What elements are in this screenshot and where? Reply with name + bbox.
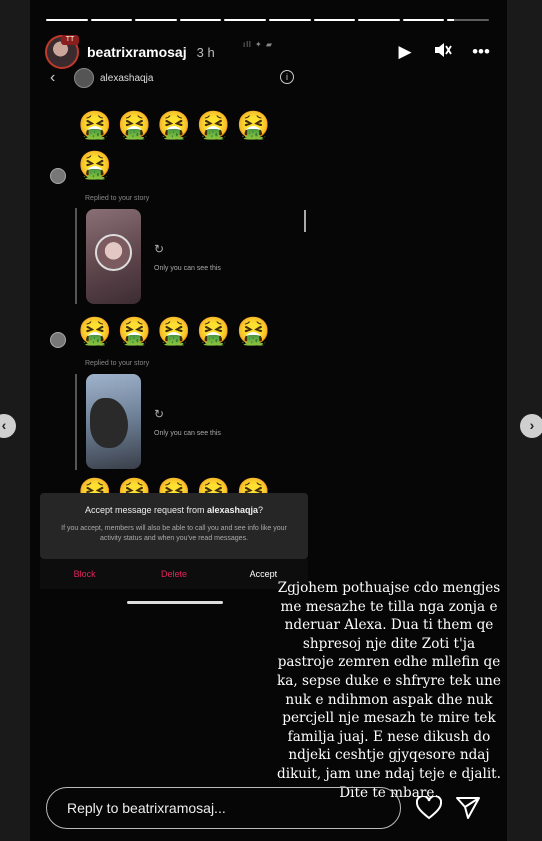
avatar[interactable]: TT — [45, 35, 79, 69]
status-bar: ıll ✦ ▰ — [243, 40, 274, 49]
sender-avatar — [50, 168, 66, 184]
home-indicator — [127, 601, 223, 604]
send-icon[interactable] — [455, 796, 481, 820]
progress-segment — [179, 19, 222, 21]
replay-icon: ↻ — [154, 407, 165, 421]
progress-segment — [447, 19, 489, 21]
reply-field[interactable] — [46, 787, 401, 829]
dm-avatar — [74, 68, 94, 88]
scroll-indicator — [304, 210, 306, 232]
dm-username: alexashaqja — [100, 72, 154, 84]
progress-segment — [135, 19, 177, 21]
avatar-badge: TT — [61, 35, 79, 45]
emoji-row: 🤮 🤮 🤮 🤮 🤮 — [78, 316, 270, 346]
story-viewer: ‹ › TT beatrixramosaj 3 h ▶ ••• ıll ✦ ▰ … — [0, 0, 542, 841]
vomit-emoji: 🤮 — [78, 150, 112, 180]
progress-segment — [224, 19, 266, 21]
vomit-emoji: 🤮 — [196, 316, 231, 346]
heart-icon[interactable] — [416, 796, 442, 820]
replied-label: Replied to your story — [85, 195, 150, 202]
vomit-emoji: 🤮 — [236, 110, 271, 140]
story-caption: Zgjohem pothuajse cdo mengjes me mesazhe… — [277, 580, 501, 801]
reply-bar — [75, 208, 77, 304]
request-actions: Block Delete Accept — [40, 559, 308, 589]
vomit-emoji: 🤮 — [196, 110, 231, 140]
story-thumbnail — [86, 374, 141, 469]
progress-segment — [268, 19, 311, 21]
progress-segment — [358, 19, 400, 21]
reply-input[interactable] — [47, 788, 400, 828]
dm-header: ‹ alexashaqja — [50, 66, 310, 90]
story-thumbnail — [86, 209, 141, 304]
replay-icon: ↻ — [154, 242, 165, 256]
vomit-emoji: 🤮 — [78, 316, 112, 346]
request-subtitle: If you accept, members will also be able… — [61, 525, 287, 542]
story-frame[interactable]: TT beatrixramosaj 3 h ▶ ••• ıll ✦ ▰ ‹ al… — [30, 0, 507, 841]
message-request-dialog: Accept message request from alexashaqja?… — [40, 493, 308, 559]
progress-segment — [402, 19, 445, 21]
info-icon: i — [280, 70, 294, 84]
back-icon: ‹ — [50, 69, 56, 86]
sender-avatar — [50, 332, 66, 348]
only-you-label: Only you can see this — [154, 430, 221, 437]
vomit-emoji: 🤮 — [117, 316, 152, 346]
more-icon[interactable]: ••• — [472, 42, 490, 62]
story-progress — [46, 19, 489, 21]
progress-segment — [313, 19, 356, 21]
emoji-row: 🤮 — [78, 150, 112, 180]
vomit-emoji: 🤮 — [157, 110, 191, 140]
next-story-button[interactable]: › — [520, 414, 542, 438]
emoji-row: 🤮 🤮 🤮 🤮 🤮 — [78, 110, 270, 140]
progress-segment — [46, 19, 88, 21]
vomit-emoji: 🤮 — [157, 316, 191, 346]
vomit-emoji: 🤮 — [78, 110, 112, 140]
request-title: Accept message request from alexashaqja? — [84, 505, 264, 515]
vomit-emoji: 🤮 — [117, 110, 152, 140]
reply-bar — [75, 374, 77, 470]
replied-label: Replied to your story — [85, 360, 150, 367]
play-icon[interactable]: ▶ — [396, 42, 414, 62]
block-button: Block — [73, 569, 96, 579]
delete-button: Delete — [160, 569, 187, 579]
vomit-emoji: 🤮 — [236, 316, 271, 346]
only-you-label: Only you can see this — [154, 265, 221, 272]
story-age: 3 h — [196, 44, 215, 60]
mute-icon[interactable] — [434, 42, 452, 63]
story-username[interactable]: beatrixramosaj — [87, 44, 187, 60]
previous-story-button[interactable]: ‹ — [0, 414, 16, 438]
progress-segment — [90, 19, 133, 21]
